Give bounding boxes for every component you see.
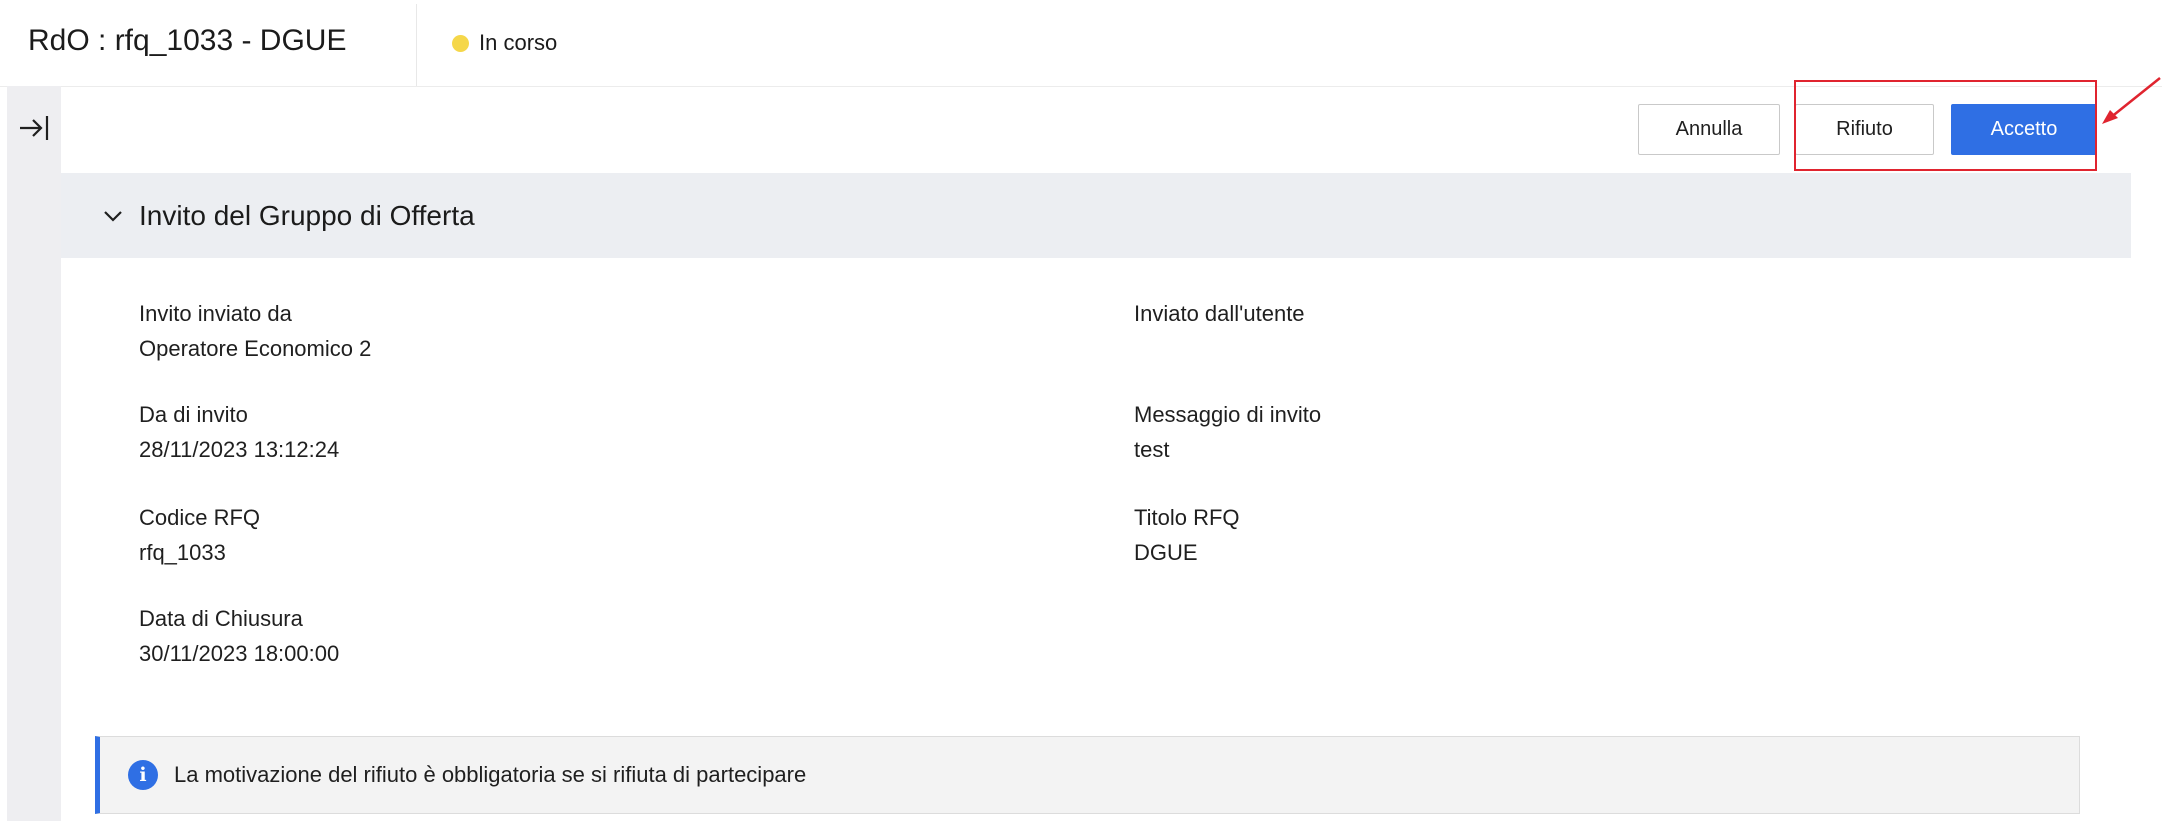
field-sent-by-user: Inviato dall'utente — [1134, 301, 1305, 362]
field-label: Messaggio di invito — [1134, 402, 1322, 427]
info-icon: i — [128, 760, 158, 790]
field-label: Codice RFQ — [139, 505, 261, 530]
chevron-down-icon — [101, 204, 125, 228]
arrow-to-bar-icon — [20, 116, 49, 140]
page-title: RdO : rfq_1033 - DGUE — [28, 24, 347, 57]
page-header: RdO : rfq_1033 - DGUE In corso — [0, 0, 2162, 87]
field-label: Data di Chiusura — [139, 606, 303, 631]
field-value: 30/11/2023 18:00:00 — [139, 641, 340, 666]
field-label: Inviato dall'utente — [1134, 301, 1305, 326]
status-label: In corso — [479, 30, 558, 55]
field-rfq-title: Titolo RFQ DGUE — [1134, 505, 1240, 566]
cancel-button[interactable]: Annulla — [1638, 104, 1780, 155]
field-value: 28/11/2023 13:12:24 — [139, 437, 340, 462]
annotation-highlight-box — [1794, 80, 2097, 171]
left-rail — [7, 86, 61, 821]
section-title: Invito del Gruppo di Offerta — [139, 199, 475, 231]
status-badge: In corso — [452, 30, 557, 56]
field-value: rfq_1033 — [139, 540, 226, 565]
field-value: test — [1134, 437, 1170, 462]
annotation-arrow-icon — [2102, 77, 2161, 124]
field-label: Invito inviato da — [139, 301, 292, 326]
field-sent-by: Invito inviato da Operatore Economico 2 — [139, 301, 371, 362]
info-banner: i La motivazione del rifiuto è obbligato… — [95, 736, 2080, 814]
field-label: Da di invito — [139, 402, 248, 427]
field-closing-date: Data di Chiusura 30/11/2023 18:00:00 — [139, 606, 339, 667]
field-value: DGUE — [1134, 540, 1198, 565]
field-label: Titolo RFQ — [1134, 505, 1240, 530]
field-invite-message: Messaggio di invito test — [1134, 402, 1321, 463]
status-dot-icon — [452, 34, 469, 52]
field-invite-date: Da di invito 28/11/2023 13:12:24 — [139, 402, 339, 463]
info-banner-text: La motivazione del rifiuto è obbligatori… — [174, 762, 807, 787]
expand-panel-icon[interactable] — [7, 108, 61, 148]
field-rfq-code: Codice RFQ rfq_1033 — [139, 505, 260, 566]
header-divider — [416, 4, 417, 86]
field-value: Operatore Economico 2 — [139, 336, 372, 361]
field-value — [1134, 336, 1305, 362]
section-header-toggle[interactable]: Invito del Gruppo di Offerta — [61, 173, 2131, 258]
